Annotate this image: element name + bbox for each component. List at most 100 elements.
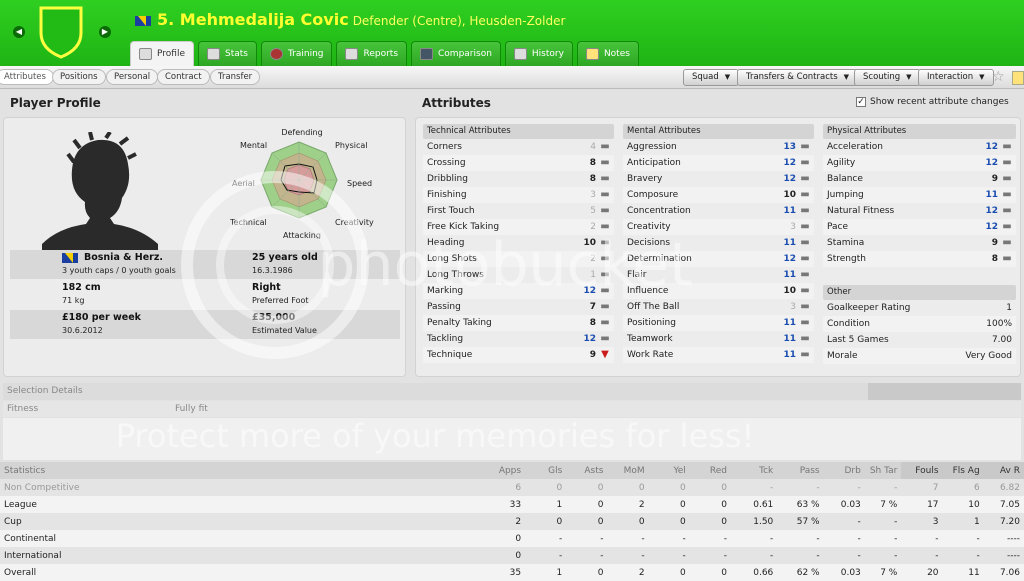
attribute-row: Penalty Taking 8 ▬ bbox=[423, 315, 614, 331]
interaction-menu-button[interactable]: Interaction ▼ bbox=[918, 69, 994, 86]
bosnia-flag-icon bbox=[62, 252, 78, 263]
tab-notes[interactable]: Notes bbox=[576, 41, 639, 66]
stats-column-header[interactable]: MoM bbox=[607, 462, 649, 479]
stats-cell: - bbox=[525, 547, 567, 564]
attribute-row: Pace 12 ▬ bbox=[823, 219, 1016, 235]
selection-area bbox=[3, 418, 1021, 460]
stats-cell: 0 bbox=[525, 513, 567, 530]
tab-stats[interactable]: Stats bbox=[197, 41, 257, 66]
stats-competition: International bbox=[0, 547, 484, 564]
technical-attributes-title: Technical Attributes bbox=[423, 124, 614, 139]
attribute-value: 5 bbox=[590, 205, 596, 216]
stats-competition: League bbox=[0, 496, 484, 513]
stats-cell: - bbox=[777, 547, 824, 564]
attribute-name: Teamwork bbox=[627, 333, 673, 344]
stats-column-header[interactable]: Apps bbox=[483, 462, 526, 479]
shortlist-star-icon[interactable]: ☆ bbox=[992, 69, 1005, 85]
transfers-contracts-menu-button[interactable]: Transfers & Contracts ▼ bbox=[737, 69, 859, 86]
attribute-name: Crossing bbox=[427, 157, 466, 168]
chevron-left-icon: ◀ bbox=[15, 27, 23, 36]
subtab-transfer[interactable]: Transfer bbox=[210, 69, 261, 85]
attribute-value: 3 bbox=[790, 221, 796, 232]
stats-cell: 2 bbox=[607, 496, 649, 513]
stats-cell: 7.20 bbox=[983, 513, 1024, 530]
other-attribute-value: 100% bbox=[986, 319, 1012, 329]
stats-competition: Non Competitive bbox=[0, 479, 484, 496]
stats-cell: 1 bbox=[525, 496, 567, 513]
menu-label: Transfers & Contracts bbox=[746, 72, 838, 82]
attribute-no-change-icon: ▬ bbox=[800, 333, 810, 344]
attribute-no-change-icon: ▬ bbox=[600, 285, 610, 296]
tab-profile[interactable]: Profile bbox=[130, 41, 194, 66]
stats-column-header[interactable]: Tck bbox=[730, 462, 778, 479]
stats-column-header[interactable]: Red bbox=[689, 462, 731, 479]
height: 182 cm bbox=[62, 282, 101, 293]
attribute-value: 11 bbox=[783, 349, 796, 360]
attribute-row: Passing 7 ▬ bbox=[423, 299, 614, 315]
attribute-row: Anticipation 12 ▬ bbox=[623, 155, 814, 171]
stats-column-header[interactable]: Yel bbox=[648, 462, 690, 479]
prev-player-button[interactable]: ◀ bbox=[13, 26, 25, 38]
stats-cell: - bbox=[689, 547, 731, 564]
attribute-row: Flair 11 ▬ bbox=[623, 267, 814, 283]
stats-column-header[interactable]: Gls bbox=[525, 462, 567, 479]
attribute-radar-chart: Defending Physical Speed Creativity Atta… bbox=[230, 128, 374, 239]
stats-column-header[interactable]: Fouls bbox=[901, 462, 943, 479]
attribute-value: 4 bbox=[590, 141, 596, 152]
stats-column-header[interactable]: Asts bbox=[566, 462, 608, 479]
subtab-positions[interactable]: Positions bbox=[52, 69, 106, 85]
player-name: Mehmedalija Covic bbox=[179, 10, 349, 29]
attribute-name: Acceleration bbox=[827, 141, 883, 152]
tab-reports[interactable]: Reports bbox=[336, 41, 408, 66]
stats-column-header[interactable]: Pass bbox=[777, 462, 824, 479]
subtab-personal[interactable]: Personal bbox=[106, 69, 159, 85]
stats-cell: - bbox=[730, 479, 778, 496]
tab-history[interactable]: History bbox=[504, 41, 573, 66]
tab-comparison[interactable]: Comparison bbox=[411, 41, 501, 66]
stats-cell: - bbox=[823, 479, 865, 496]
next-player-button[interactable]: ▶ bbox=[99, 26, 111, 38]
height-block: 182 cm 71 kg bbox=[62, 282, 101, 305]
stats-cell: 0 bbox=[483, 547, 526, 564]
subtab-contract[interactable]: Contract bbox=[157, 69, 210, 85]
stats-cell: - bbox=[730, 530, 778, 547]
attribute-no-change-icon: ▬ bbox=[800, 141, 810, 152]
squad-menu-button[interactable]: Squad ▼ bbox=[683, 69, 740, 86]
radar-label-speed: Speed bbox=[347, 179, 372, 188]
stats-column-header[interactable]: Statistics bbox=[0, 462, 484, 479]
stats-cell: - bbox=[901, 530, 943, 547]
tab-label: Reports bbox=[363, 49, 399, 59]
stats-cell: 0 bbox=[607, 479, 649, 496]
attribute-row: Acceleration 12 ▬ bbox=[823, 139, 1016, 155]
radar-label-technical: Technical bbox=[230, 218, 267, 227]
stats-cell: 10 bbox=[942, 496, 984, 513]
show-changes-toggle[interactable]: ✓ Show recent attribute changes bbox=[856, 97, 1009, 107]
stats-column-header[interactable]: Sh Tar bbox=[864, 462, 902, 479]
stats-column-header[interactable]: Fls Ag bbox=[942, 462, 984, 479]
tab-training[interactable]: Training bbox=[260, 41, 333, 66]
checkbox-checked-icon[interactable]: ✓ bbox=[856, 97, 866, 107]
stats-cell: - bbox=[823, 547, 865, 564]
selection-header-highlight bbox=[868, 383, 1021, 400]
attribute-value: 12 bbox=[985, 141, 998, 152]
notes-icon[interactable] bbox=[1012, 71, 1024, 85]
value-block: £35,000 Estimated Value bbox=[252, 312, 317, 335]
stats-cell: ---- bbox=[983, 547, 1024, 564]
attribute-name: Natural Fitness bbox=[827, 205, 895, 216]
attribute-value: 8 bbox=[991, 253, 998, 264]
stats-competition: Overall bbox=[0, 564, 484, 581]
stats-cell: 57 % bbox=[777, 513, 824, 530]
weight: 71 kg bbox=[62, 296, 85, 305]
stats-column-header[interactable]: Av R bbox=[983, 462, 1024, 479]
scouting-menu-button[interactable]: Scouting ▼ bbox=[854, 69, 921, 86]
wage-block: £180 per week 30.6.2012 bbox=[62, 312, 141, 335]
attribute-value: 3 bbox=[590, 189, 596, 200]
subtab-attributes[interactable]: Attributes bbox=[0, 69, 54, 85]
menu-label: Scouting bbox=[863, 72, 901, 82]
radar-label-physical: Physical bbox=[335, 141, 368, 150]
attribute-name: First Touch bbox=[427, 205, 475, 216]
attribute-row: Long Throws 1 ▬ bbox=[423, 267, 614, 283]
attribute-value: 11 bbox=[783, 269, 796, 280]
attribute-no-change-icon: ▬ bbox=[1002, 173, 1012, 184]
stats-column-header[interactable]: Drb bbox=[823, 462, 865, 479]
